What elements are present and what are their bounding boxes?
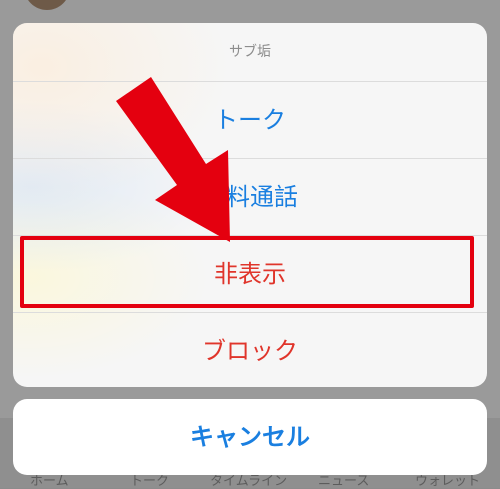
block-option-button[interactable]: ブロック [13, 313, 487, 387]
action-sheet: サブ垢 トーク 無料通話 非表示 ブロック [13, 23, 487, 387]
talk-option-button[interactable]: トーク [13, 82, 487, 159]
hide-option-button[interactable]: 非表示 [13, 236, 487, 313]
cancel-button[interactable]: キャンセル [13, 399, 487, 475]
action-sheet-title: サブ垢 [13, 23, 487, 82]
free-call-option-button[interactable]: 無料通話 [13, 159, 487, 236]
avatar [24, 0, 70, 10]
